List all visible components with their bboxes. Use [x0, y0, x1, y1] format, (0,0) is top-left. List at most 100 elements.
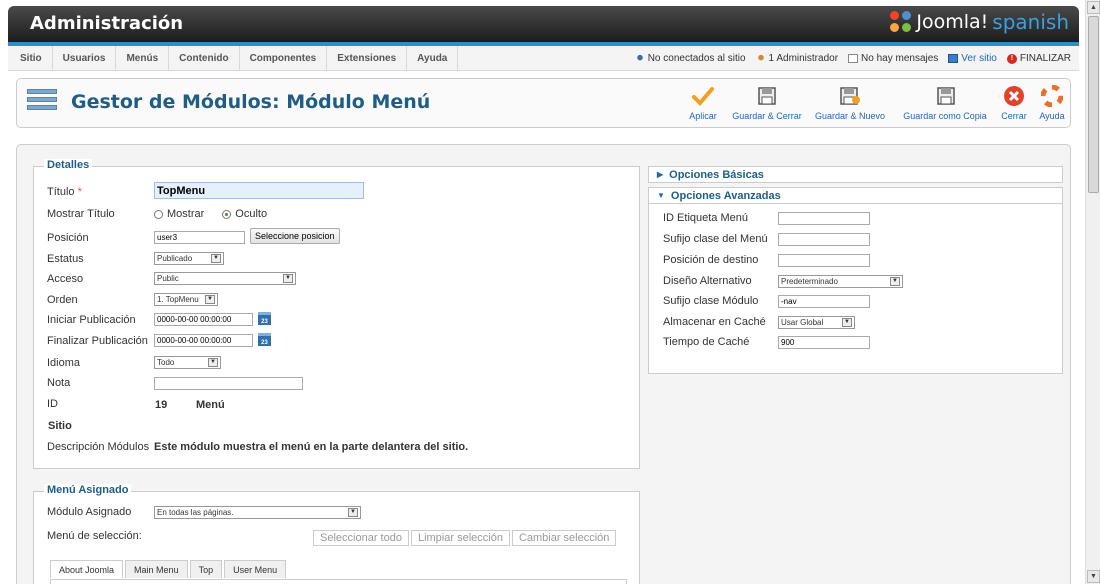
status-value: Publicado — [157, 254, 193, 263]
scroll-down-icon[interactable]: ▼ — [1087, 570, 1100, 583]
menu-assignment-fieldset: Menú Asignado Módulo Asignado En todas l… — [33, 484, 640, 584]
status-label: Estatus — [47, 253, 84, 265]
tab-main-menu[interactable]: Main Menu — [125, 560, 188, 578]
menu-tag-id-input[interactable] — [778, 212, 870, 225]
id-value: 19 — [155, 399, 168, 411]
advanced-options-header[interactable]: ▼ Opciones Avanzadas — [648, 187, 1063, 204]
calendar-icon[interactable]: 23 — [258, 312, 271, 325]
save-copy-label: Guardar como Copia — [903, 111, 987, 121]
publish-up-label: Iniciar Publicación — [47, 314, 136, 326]
menu-extensiones[interactable]: Extensiones — [327, 46, 408, 71]
basic-options-header[interactable]: ▶ Opciones Básicas — [648, 166, 1063, 183]
save-copy-button[interactable]: Guardar como Copia — [897, 85, 993, 121]
page-scrollbar[interactable]: ▲ ▼ — [1085, 0, 1100, 584]
menu-menus[interactable]: Menús — [116, 46, 170, 71]
module-assignment-select[interactable]: En todas las páginas. ▼ — [154, 506, 361, 519]
clear-selection-button[interactable]: Limpiar selección — [410, 530, 510, 546]
apply-button[interactable]: Aplicar — [683, 85, 723, 121]
target-position-input[interactable] — [778, 254, 870, 267]
module-assignment-value: En todas las páginas. — [157, 508, 234, 517]
title-input[interactable] — [154, 182, 364, 199]
description-label: Descripción Módulos — [47, 441, 150, 453]
menu-usuarios[interactable]: Usuarios — [53, 46, 117, 71]
language-select[interactable]: Todo ▼ — [154, 356, 221, 369]
position-label: Posición — [47, 232, 89, 244]
option-label: Sufijo clase Módulo — [663, 295, 759, 307]
position-input[interactable] — [154, 231, 245, 244]
apply-label: Aplicar — [689, 111, 717, 121]
menu-sitio[interactable]: Sitio — [10, 46, 53, 71]
logo-sub-text: spanish — [992, 10, 1069, 34]
hide-radio[interactable] — [222, 209, 232, 219]
chevron-down-icon: ▼ — [348, 508, 358, 517]
tab-about-joomla[interactable]: About Joomla — [50, 560, 124, 578]
chevron-down-icon: ▼ — [208, 358, 218, 367]
view-site-link[interactable]: Ver sitio — [948, 53, 997, 64]
select-all-button[interactable]: Seleccionar todo — [313, 530, 409, 546]
menu-bar: Sitio Usuarios Menús Contenido Component… — [8, 46, 1079, 71]
selection-buttons: Seleccionar todo Limpiar selección Cambi… — [313, 530, 617, 546]
order-select[interactable]: 1. TopMenu ▼ — [154, 293, 218, 306]
admins-text: 1 Administrador — [768, 53, 839, 64]
publish-down-input[interactable] — [154, 334, 253, 347]
module-type: Menú — [196, 399, 225, 411]
status-admins: 1 Administrador — [755, 53, 839, 64]
publish-up-input[interactable] — [154, 313, 253, 326]
toolbar: Gestor de Módulos: Módulo Menú Aplicar G… — [16, 78, 1071, 128]
tab-user-menu[interactable]: User Menu — [224, 560, 287, 578]
save-new-button[interactable]: Guardar & Nuevo — [813, 85, 887, 121]
show-radio[interactable] — [154, 209, 163, 219]
calendar-icon[interactable]: 23 — [258, 333, 271, 346]
menu-contenido[interactable]: Contenido — [169, 46, 240, 71]
admin-icon — [755, 54, 766, 63]
show-title-radios: Mostrar Oculto — [154, 205, 267, 223]
advanced-options-label: Opciones Avanzadas — [670, 189, 781, 202]
save-close-button[interactable]: Guardar & Cerrar — [729, 85, 805, 121]
admin-title: Administración — [30, 13, 184, 34]
lifebuoy-icon — [1041, 85, 1063, 107]
help-button[interactable]: Ayuda — [1035, 85, 1069, 121]
menu-class-suffix-input[interactable] — [778, 233, 870, 246]
details-fieldset: Detalles Título * Mostrar Título Mostrar… — [33, 159, 640, 469]
layout-select[interactable]: Predeterminado ▼ — [778, 275, 903, 288]
access-value: Public — [157, 274, 179, 283]
hide-option: Oculto — [235, 208, 268, 220]
logout-text: FINALIZAR — [1019, 53, 1071, 64]
help-label: Ayuda — [1039, 111, 1065, 121]
tab-top[interactable]: Top — [189, 560, 223, 578]
option-label: Diseño Alternativo — [663, 275, 752, 287]
view-site-text: Ver sitio — [961, 53, 997, 64]
cache-time-input[interactable] — [778, 336, 870, 349]
status-select[interactable]: Publicado ▼ — [154, 252, 224, 265]
show-title-label: Mostrar Título — [47, 208, 115, 220]
save-icon — [756, 85, 778, 107]
close-button[interactable]: Cerrar — [997, 85, 1031, 121]
messages-text: No hay mensajes — [861, 53, 939, 64]
scroll-up-icon[interactable]: ▲ — [1087, 1, 1100, 14]
layout-value: Predeterminado — [781, 277, 838, 286]
logout-link[interactable]: ! FINALIZAR — [1006, 53, 1071, 64]
users-icon — [634, 54, 645, 63]
caching-select[interactable]: Usar Global ▼ — [778, 316, 855, 329]
language-label: Idioma — [47, 357, 81, 369]
triangle-right-icon: ▶ — [657, 170, 664, 179]
details-legend: Detalles — [44, 159, 93, 171]
chevron-down-icon: ▼ — [283, 274, 293, 283]
select-position-button[interactable]: Seleccione posicion — [250, 228, 340, 244]
module-class-suffix-input[interactable] — [778, 295, 870, 308]
toggle-selection-button[interactable]: Cambiar selección — [511, 530, 617, 546]
publish-down-label: Finalizar Publicación — [47, 335, 148, 347]
scroll-thumb[interactable] — [1088, 16, 1099, 193]
menu-selection-label: Menú de selección: — [47, 530, 142, 542]
menu-ayuda[interactable]: Ayuda — [407, 46, 459, 71]
id-label: ID — [47, 398, 58, 410]
menu-componentes[interactable]: Componentes — [240, 46, 328, 71]
main-menu: Sitio Usuarios Menús Contenido Component… — [10, 46, 459, 71]
chevron-down-icon: ▼ — [211, 254, 221, 263]
note-input[interactable] — [154, 377, 303, 390]
status-visitors: No conectados al sitio — [634, 53, 746, 64]
access-select[interactable]: Public ▼ — [154, 272, 296, 285]
save-close-label: Guardar & Cerrar — [732, 111, 802, 121]
content-panel: Detalles Título * Mostrar Título Mostrar… — [16, 144, 1071, 584]
module-manager-icon — [27, 89, 57, 117]
